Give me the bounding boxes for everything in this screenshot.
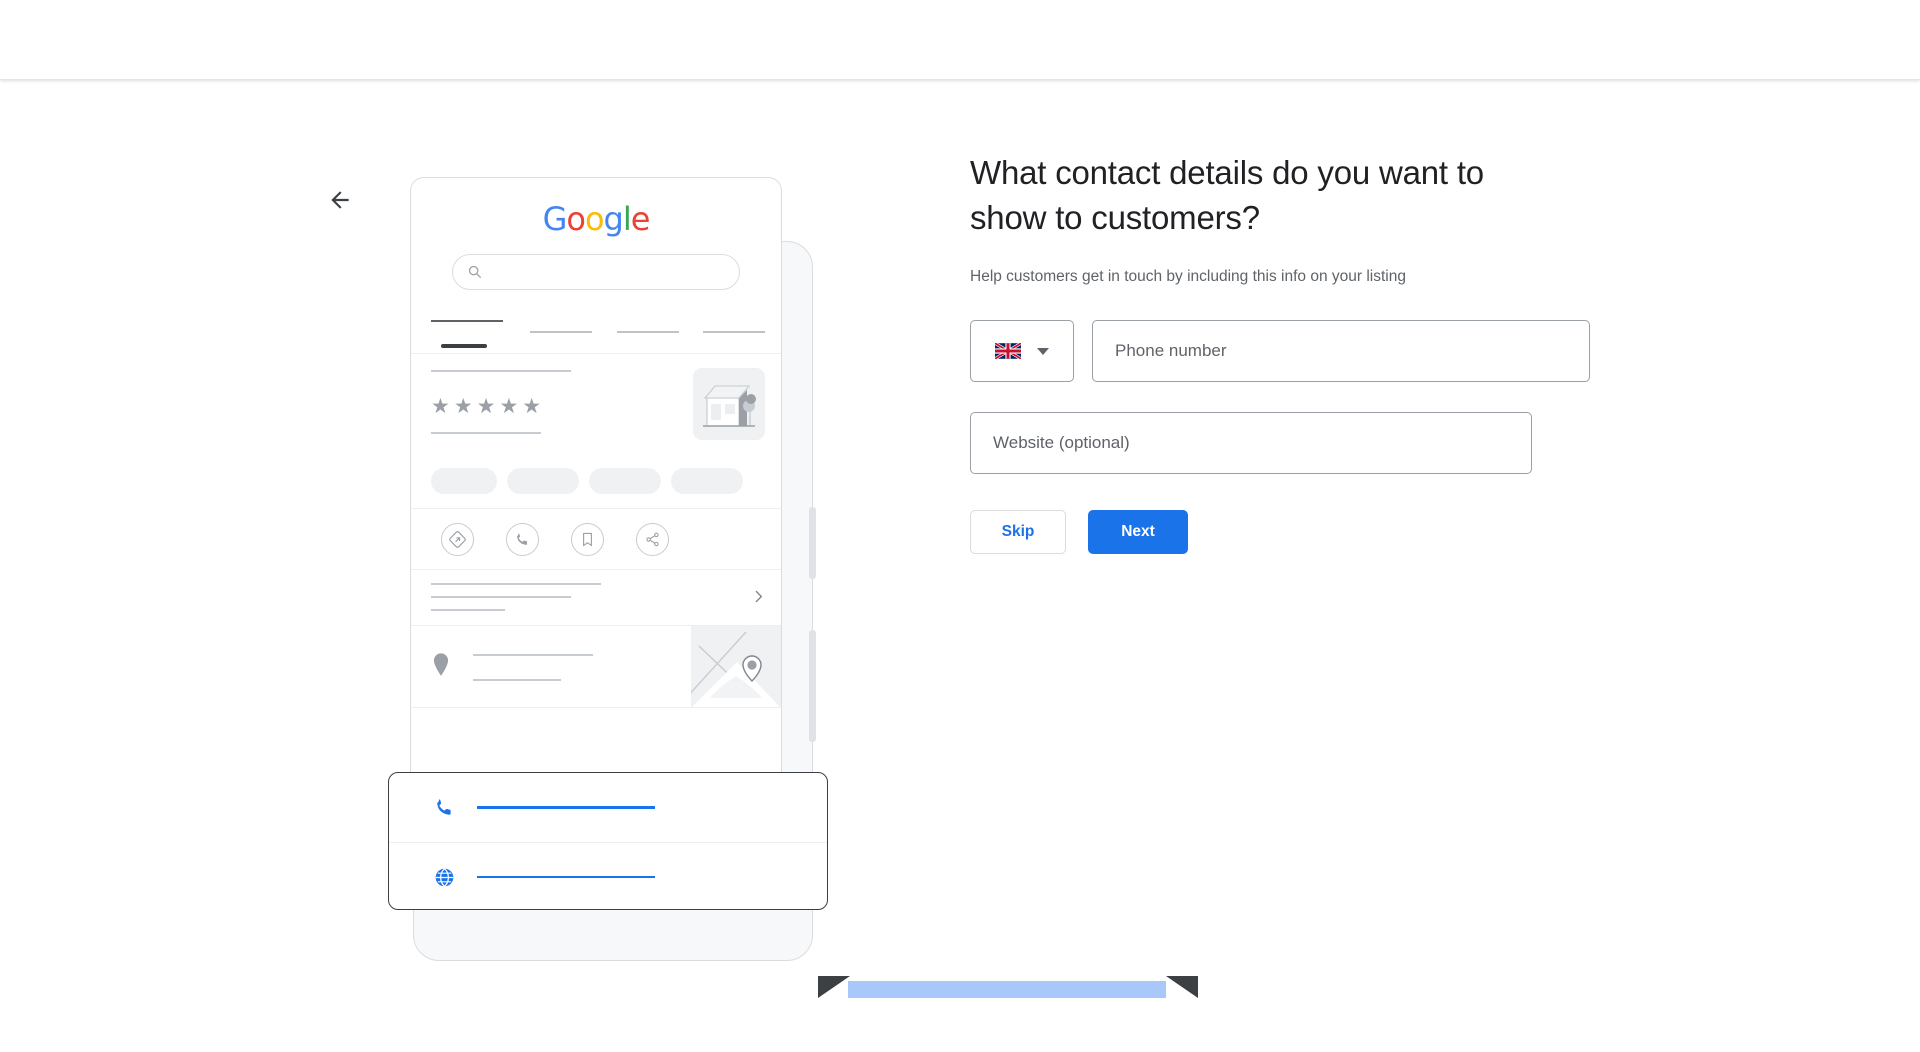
- contact-overlay-card: [388, 772, 828, 910]
- phone-number-input[interactable]: [1092, 320, 1590, 382]
- directions-action: [441, 523, 474, 556]
- page-title: What contact details do you want to show…: [970, 154, 1484, 236]
- tab-active-underline: [441, 344, 487, 348]
- contact-details-form: What contact details do you want to show…: [970, 150, 1590, 554]
- chevron-right-icon: [755, 590, 763, 603]
- logo-letter: o: [566, 200, 586, 238]
- mock-action-row: [411, 508, 781, 570]
- mock-address-row: [411, 626, 781, 708]
- rating-stars: ★★★★★: [431, 395, 546, 418]
- share-icon: [646, 532, 659, 547]
- back-button[interactable]: [320, 180, 360, 220]
- text-placeholder-line: [431, 583, 601, 585]
- text-placeholder-line: [473, 654, 593, 656]
- logo-letter: l: [622, 200, 632, 238]
- top-app-bar: [0, 0, 1920, 80]
- phone-icon: [517, 533, 528, 545]
- tab-placeholder: [617, 331, 679, 333]
- chip-placeholder: [431, 468, 497, 494]
- card-shadow-left: [818, 976, 850, 998]
- page-body: Google ★★★★★ What contact details do you…: [0, 80, 1920, 1052]
- text-placeholder-line: [473, 679, 561, 681]
- storefront-icon: [703, 385, 756, 427]
- share-action: [636, 523, 669, 556]
- overlay-website-row: [389, 842, 827, 911]
- map-pin-icon: [433, 653, 449, 676]
- phone-side-button-top: [809, 507, 816, 579]
- mock-chip-row: [411, 462, 781, 508]
- next-button[interactable]: Next: [1088, 510, 1188, 554]
- chip-placeholder: [589, 468, 661, 494]
- united-kingdom-flag-icon: [995, 343, 1021, 359]
- mock-tab-bar: [411, 312, 781, 354]
- logo-letter: e: [630, 200, 651, 238]
- arrow-left-icon: [331, 191, 349, 209]
- search-icon: [468, 265, 481, 278]
- mock-listing-summary: ★★★★★: [411, 354, 781, 462]
- phone-value-placeholder: [477, 806, 655, 809]
- text-placeholder-line: [431, 596, 571, 598]
- phone-screen: Google ★★★★★: [410, 177, 782, 869]
- globe-icon: [431, 864, 457, 890]
- directions-icon: [449, 531, 466, 548]
- text-placeholder-line: [431, 432, 541, 434]
- highlight-bar: [848, 981, 1166, 998]
- overlay-phone-row: [389, 773, 827, 842]
- mock-search-bar: [452, 254, 740, 290]
- storefront-illustration: [693, 368, 765, 440]
- website-input[interactable]: [970, 412, 1532, 474]
- chip-placeholder: [671, 468, 743, 494]
- map-preview-icon: [691, 626, 781, 707]
- bookmark-icon: [583, 532, 592, 547]
- map-thumbnail: [691, 626, 781, 707]
- logo-letter: g: [603, 200, 624, 238]
- mock-detail-row: [411, 570, 781, 626]
- page-subtitle: Help customers get in touch by including…: [970, 268, 1406, 285]
- tab-placeholder-active: [431, 320, 503, 322]
- card-shadow-right: [1166, 976, 1198, 998]
- phone-side-button-bottom: [809, 630, 816, 742]
- website-value-placeholder: [477, 875, 655, 879]
- chip-placeholder: [507, 468, 579, 494]
- save-action: [571, 523, 604, 556]
- google-logo: Google: [411, 200, 781, 238]
- country-code-selector[interactable]: [970, 320, 1074, 382]
- tab-placeholder: [530, 331, 592, 333]
- phone-icon: [431, 795, 457, 821]
- form-actions: Skip Next: [970, 510, 1590, 554]
- text-placeholder-line: [431, 370, 571, 372]
- logo-letter: G: [542, 200, 568, 238]
- skip-button[interactable]: Skip: [970, 510, 1066, 554]
- phone-row: [970, 320, 1590, 382]
- logo-letter: o: [584, 200, 605, 238]
- text-placeholder-line: [431, 609, 505, 611]
- call-action: [506, 523, 539, 556]
- chevron-down-icon: [1037, 347, 1049, 355]
- tab-placeholder: [703, 331, 765, 333]
